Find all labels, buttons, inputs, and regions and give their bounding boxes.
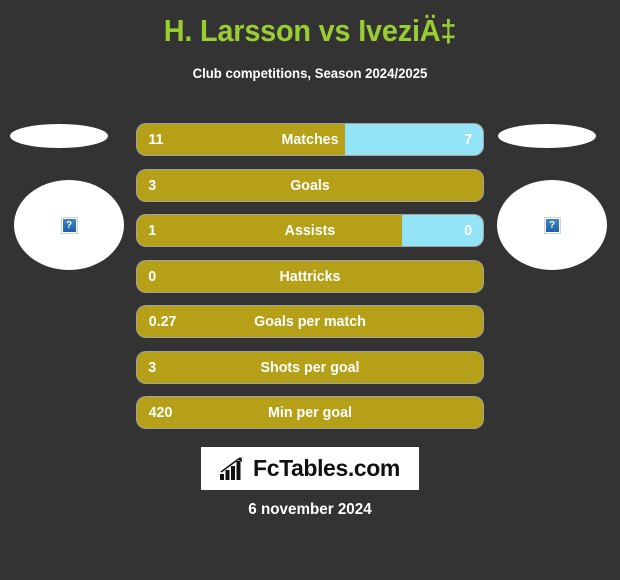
date-label: 6 november 2024	[248, 501, 372, 518]
stat-bar-home-fill	[137, 351, 483, 383]
stat-bar-home-fill	[137, 306, 483, 337]
stat-bar-track	[137, 260, 483, 292]
broken-image-glyph: ?	[62, 218, 76, 232]
stat-bar-home-fill	[137, 260, 483, 292]
fctables-logo-text: FcTables.com	[253, 455, 400, 481]
stat-bar-home-fill	[137, 215, 402, 246]
broken-image-icon: ?	[60, 216, 78, 234]
fctables-logo[interactable]: FcTables.com	[201, 447, 419, 490]
stat-bar-home-fill	[137, 124, 345, 155]
stat-row: 3 Goals	[137, 169, 483, 201]
stat-row: 0 Hattricks	[137, 260, 483, 292]
stat-bar-home-fill	[137, 397, 483, 428]
page-title: H. Larsson vs IveziÄ‡	[163, 13, 457, 48]
broken-image-glyph: ?	[545, 218, 559, 232]
home-player-avatar: ?	[14, 180, 124, 270]
stat-bar-track	[137, 397, 483, 428]
stat-bar-track	[137, 351, 483, 383]
broken-image-icon: ?	[543, 216, 561, 234]
stat-row: 11 Matches 7	[137, 124, 483, 155]
stat-bar-track	[137, 215, 483, 246]
stat-row: 420 Min per goal	[137, 397, 483, 428]
stat-bar-track	[137, 306, 483, 337]
home-player-panel: ?	[5, 118, 125, 278]
stat-row: 3 Shots per goal	[137, 351, 483, 383]
away-player-panel: ?	[495, 118, 615, 278]
stat-bar-track	[137, 124, 483, 155]
stat-bar-home-fill	[137, 169, 483, 201]
bar-chart-trend-icon	[220, 456, 243, 480]
page-subtitle: Club competitions, Season 2024/2025	[192, 65, 428, 81]
stat-row: 1 Assists 0	[137, 215, 483, 246]
stat-row: 0.27 Goals per match	[137, 306, 483, 337]
home-flag-icon	[10, 124, 108, 148]
away-player-avatar: ?	[497, 180, 607, 270]
stat-bar-track	[137, 169, 483, 201]
away-flag-icon	[498, 124, 596, 148]
infographic-canvas: H. Larsson vs IveziÄ‡ Club competitions,…	[0, 0, 620, 580]
stats-comparison-list: 11 Matches 7 3 Goals 1 Assists 0 0 Hattricks 0.27 G…	[137, 124, 483, 443]
